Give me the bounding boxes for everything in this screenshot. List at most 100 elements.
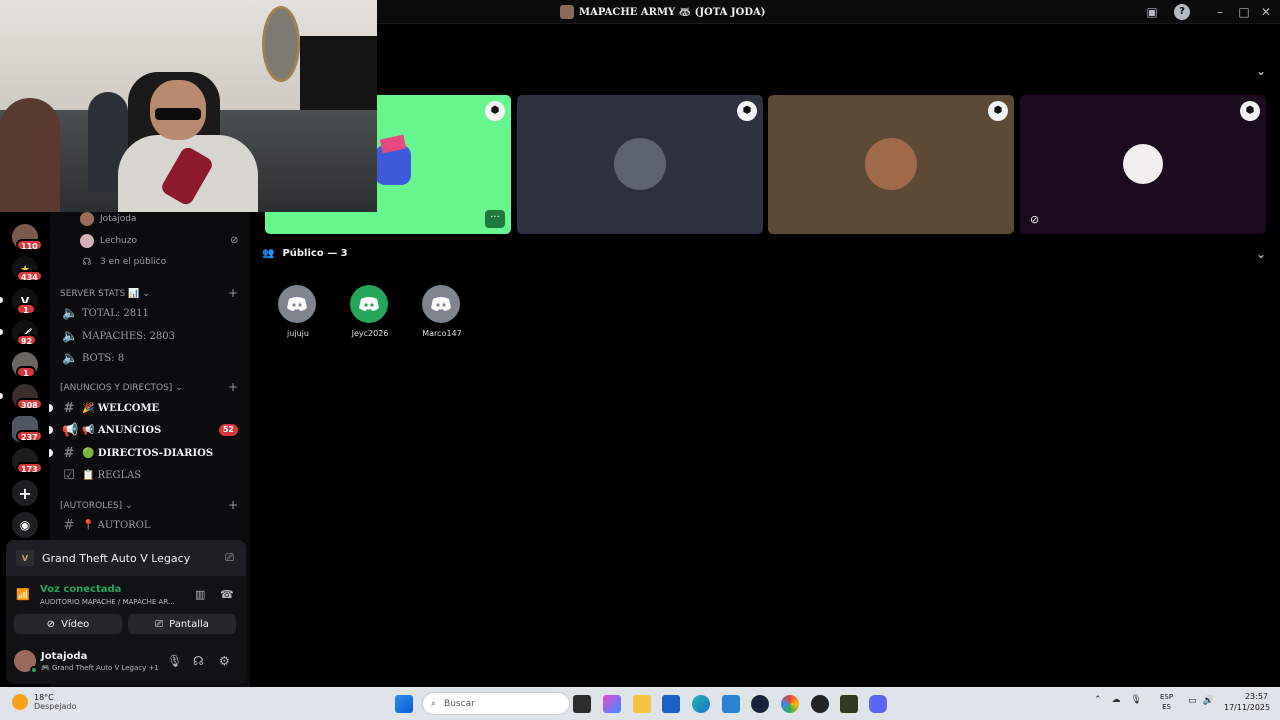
store-icon[interactable] (662, 695, 680, 713)
category-anuncios[interactable]: [ANUNCIOS Y DIRECTOS] ⌄ (60, 383, 183, 393)
add-channel-icon[interactable]: + (228, 286, 238, 300)
signal-icon[interactable]: 📶 (16, 588, 30, 601)
weather-widget[interactable]: 18°C Despejado (12, 693, 76, 711)
server-badge: 92 (16, 334, 38, 346)
language-indicator[interactable]: ESP ES (1160, 692, 1173, 712)
online-status-dot (30, 666, 38, 674)
stats-channel[interactable]: 🔈 BOTS: 8 (58, 348, 244, 368)
channel-autorol[interactable]: # 📍 AUTOROL (58, 515, 244, 535)
channel-label: 🎉 WELCOME (82, 402, 160, 414)
category-label: SERVER STATS 📊 (60, 289, 140, 299)
voice-location[interactable]: AUDITORIO MAPACHE / MAPACHE AR... (40, 598, 175, 606)
more-options-icon[interactable]: ··· (485, 210, 505, 228)
speaker-icon: 🔈 (62, 350, 79, 366)
category-autoroles[interactable]: [AUTOROLES] ⌄ (60, 501, 133, 511)
steam-icon[interactable] (751, 695, 769, 713)
webcam-person-left (0, 98, 60, 212)
discord-taskbar-icon[interactable] (869, 695, 887, 713)
lang-top: ESP (1160, 693, 1174, 701)
voice-connection: 📶 Voz conectada AUDITORIO MAPACHE / MAPA… (6, 576, 246, 614)
chevron-down-icon: ⌄ (125, 501, 133, 511)
chevron-down-icon: ⌄ (142, 289, 150, 299)
video-button[interactable]: ⊘ Vídeo (14, 614, 122, 634)
audience-name: jujuju (287, 329, 309, 338)
stream-icon[interactable]: ⎚ (225, 551, 234, 565)
voice-status[interactable]: Voz conectada (40, 584, 121, 595)
plus-icon[interactable]: + (12, 480, 38, 506)
unread-dot (49, 404, 53, 412)
compass-icon[interactable]: ◉ (12, 512, 38, 538)
username[interactable]: Jotajoda (41, 651, 87, 662)
weather-text: 18°C Despejado (34, 693, 76, 711)
copilot-icon[interactable] (603, 695, 621, 713)
audience-header: 👥 Público — 3 (262, 248, 348, 259)
task-view-icon[interactable] (573, 695, 591, 713)
chevron-down-icon[interactable]: ⌄ (1256, 247, 1266, 261)
close-icon[interactable]: ✕ (1258, 4, 1274, 20)
server-badge: 1 (16, 303, 36, 315)
monitor-icon[interactable]: ▭ (1188, 696, 1197, 706)
channel-label: 📋 REGLAS (82, 469, 142, 481)
screen-share-button[interactable]: ⎚ Pantalla (128, 614, 236, 634)
owl-avatar (1123, 144, 1163, 184)
channel-directos[interactable]: # 🟢 DIRECTOS-DIARIOS (49, 443, 244, 463)
server-badge: 308 (16, 398, 43, 410)
add-channel-icon[interactable]: + (228, 380, 238, 394)
taskbar-search[interactable]: ⌕ Buscar (422, 692, 570, 715)
speaker-tile[interactable]: ⬢ ⊘ (1020, 95, 1266, 234)
stats-channel[interactable]: 🔈 TOTAL: 2811 (58, 303, 244, 323)
search-icon: ⌕ (431, 698, 437, 709)
channel-reglas[interactable]: ☑ 📋 REGLAS (58, 465, 244, 485)
window-title: MAPACHE ARMY 🦝 (JOTA JODA) (560, 5, 766, 19)
edge-icon[interactable] (692, 695, 710, 713)
stats-channel[interactable]: 🔈 MAPACHES: 2803 (58, 326, 244, 346)
microphone-icon[interactable]: 🎙 (167, 654, 182, 668)
channel-label: 🟢 DIRECTOS-DIARIOS (82, 447, 214, 459)
maximize-icon[interactable]: □ (1236, 4, 1252, 20)
speaker-tile[interactable]: ⬢ (517, 95, 763, 234)
gear-icon[interactable]: ⚙ (219, 654, 230, 668)
speaker-tile[interactable]: ⬢ (768, 95, 1014, 234)
activity-bar[interactable]: V Grand Theft Auto V Legacy ⎚ (6, 540, 246, 576)
channel-anuncios[interactable]: 📢 📢 ANUNCIOS 52 (49, 420, 244, 440)
headphones-icon[interactable]: ☊ (193, 654, 204, 668)
audience-title: Público — 3 (282, 248, 348, 259)
audience-count[interactable]: ☊ 3 en el público (80, 253, 167, 271)
voice-user[interactable]: Jotajoda (80, 210, 136, 228)
voice-user-name: Jotajoda (100, 214, 137, 224)
disconnect-icon[interactable]: ☎ (220, 588, 234, 601)
help-icon[interactable]: ? (1174, 4, 1190, 20)
windows-taskbar: 18°C Despejado ⌕ Buscar ⌃ ☁ 🎙 ESP ES ▭ 🔊… (0, 687, 1280, 720)
video-label: Vídeo (61, 618, 90, 630)
windows-start-icon[interactable] (395, 695, 413, 713)
category-label: [AUTOROLES] (60, 501, 123, 511)
chevron-up-icon[interactable]: ⌃ (1094, 695, 1102, 705)
category-server-stats[interactable]: SERVER STATS 📊 ⌄ (60, 289, 150, 299)
inbox-icon[interactable]: ▣ (1144, 4, 1160, 20)
audience-member[interactable]: Marco147 (422, 285, 462, 338)
game-icon: V (16, 550, 34, 566)
notepad-icon[interactable] (722, 695, 740, 713)
minimize-icon[interactable]: – (1212, 4, 1228, 20)
audience-member[interactable]: jujuju (278, 285, 318, 338)
audience-member[interactable]: Jeyc2026 (350, 285, 390, 338)
file-explorer-icon[interactable] (633, 695, 651, 713)
gta-icon[interactable] (840, 695, 858, 713)
lang-bottom: ES (1162, 703, 1171, 711)
cloud-icon[interactable]: ☁ (1112, 695, 1121, 705)
megaphone-icon: 📢 (62, 422, 79, 438)
server-badge: 173 (16, 462, 43, 474)
add-channel-icon[interactable]: + (228, 498, 238, 512)
obs-icon[interactable] (811, 695, 829, 713)
soundboard-icon[interactable]: ▥ (195, 588, 205, 601)
clock[interactable]: 23:57 17/11/2025 (1224, 691, 1271, 713)
chevron-down-icon[interactable]: ⌄ (1256, 64, 1266, 78)
date: 17/11/2025 (1224, 703, 1271, 712)
volume-icon[interactable]: 🔊 (1203, 696, 1214, 706)
chrome-icon[interactable] (781, 695, 799, 713)
screen-label: Pantalla (169, 618, 209, 630)
server-badge: 110 (16, 239, 43, 251)
channel-welcome[interactable]: # 🎉 WELCOME (49, 398, 244, 418)
microphone-tray-icon[interactable]: 🎙 (1131, 695, 1142, 705)
voice-user[interactable]: Lechuzo (80, 232, 137, 250)
